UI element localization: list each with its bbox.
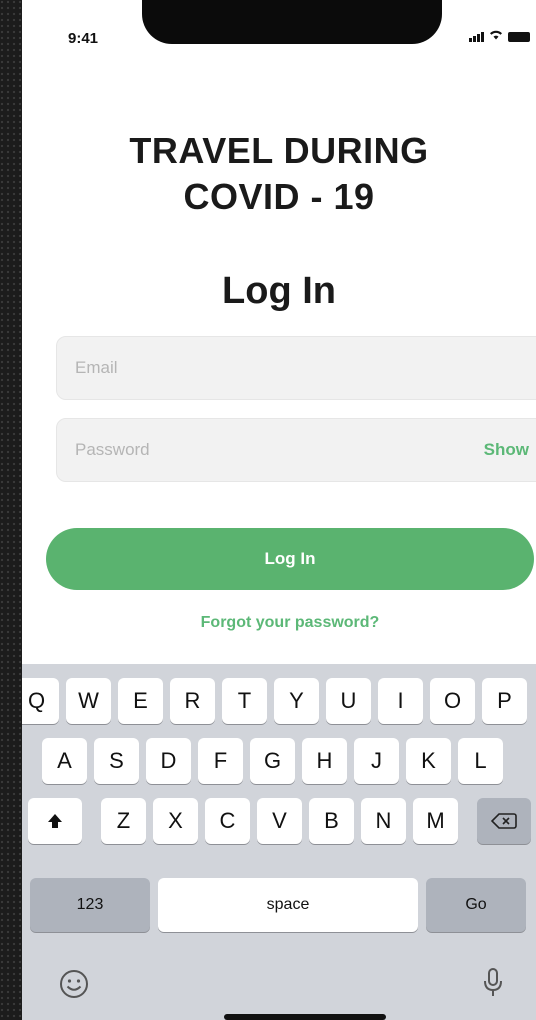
email-field[interactable]: Email xyxy=(56,336,536,400)
signal-icon xyxy=(469,32,484,42)
key-p[interactable]: P xyxy=(482,678,527,724)
microphone-button[interactable] xyxy=(482,966,504,1000)
key-d[interactable]: D xyxy=(146,738,191,784)
delete-key[interactable] xyxy=(477,798,531,844)
key-h[interactable]: H xyxy=(302,738,347,784)
keyboard: Q W E R T Y U I O P A S D F G H J K L Z xyxy=(22,664,536,1020)
go-key[interactable]: Go xyxy=(426,878,526,932)
key-u[interactable]: U xyxy=(326,678,371,724)
delete-icon xyxy=(491,813,517,829)
key-s[interactable]: S xyxy=(94,738,139,784)
shift-icon xyxy=(48,814,62,828)
password-field[interactable]: Password Show xyxy=(56,418,536,482)
key-c[interactable]: C xyxy=(205,798,250,844)
key-m[interactable]: M xyxy=(413,798,458,844)
key-x[interactable]: X xyxy=(153,798,198,844)
app-title-line-2: COVID - 19 xyxy=(183,176,375,217)
microphone-icon xyxy=(484,968,502,996)
login-button[interactable]: Log In xyxy=(46,528,534,590)
wifi-icon xyxy=(489,29,503,42)
key-n[interactable]: N xyxy=(361,798,406,844)
device-notch xyxy=(142,0,442,44)
email-placeholder: Email xyxy=(75,358,118,377)
shift-key[interactable] xyxy=(28,798,82,844)
emoji-button[interactable] xyxy=(58,968,90,1000)
key-k[interactable]: K xyxy=(406,738,451,784)
emoji-icon xyxy=(60,970,88,998)
space-key[interactable]: space xyxy=(158,878,418,932)
key-b[interactable]: B xyxy=(309,798,354,844)
status-time: 9:41 xyxy=(68,30,99,47)
keyboard-row-4: 123 space Go xyxy=(30,878,536,932)
key-i[interactable]: I xyxy=(378,678,423,724)
keyboard-row-3: Z X C V B N M xyxy=(28,798,536,844)
key-o[interactable]: O xyxy=(430,678,475,724)
key-r[interactable]: R xyxy=(170,678,215,724)
key-y[interactable]: Y xyxy=(274,678,319,724)
key-l[interactable]: L xyxy=(458,738,503,784)
battery-icon xyxy=(508,32,530,42)
key-t[interactable]: T xyxy=(222,678,267,724)
password-placeholder: Password xyxy=(75,440,150,459)
key-j[interactable]: J xyxy=(354,738,399,784)
key-f[interactable]: F xyxy=(198,738,243,784)
key-v[interactable]: V xyxy=(257,798,302,844)
page-title: Log In xyxy=(222,270,336,312)
phone-screen: 9:41 TRAVEL DURING COVID - 19 Log In Ema… xyxy=(22,0,536,1020)
home-indicator xyxy=(224,1014,386,1020)
key-e[interactable]: E xyxy=(118,678,163,724)
key-a[interactable]: A xyxy=(42,738,87,784)
app-title: TRAVEL DURING COVID - 19 xyxy=(22,128,536,220)
keyboard-row-1: Q W E R T Y U I O P xyxy=(22,678,536,724)
key-q[interactable]: Q xyxy=(22,678,59,724)
status-icons xyxy=(469,29,530,42)
key-g[interactable]: G xyxy=(250,738,295,784)
numbers-key[interactable]: 123 xyxy=(30,878,150,932)
keyboard-row-2: A S D F G H J K L xyxy=(42,738,536,784)
forgot-password-link[interactable]: Forgot your password? xyxy=(22,614,536,632)
show-password-button[interactable]: Show xyxy=(484,440,536,460)
app-title-line-1: TRAVEL DURING xyxy=(129,130,429,171)
key-w[interactable]: W xyxy=(66,678,111,724)
key-z[interactable]: Z xyxy=(101,798,146,844)
